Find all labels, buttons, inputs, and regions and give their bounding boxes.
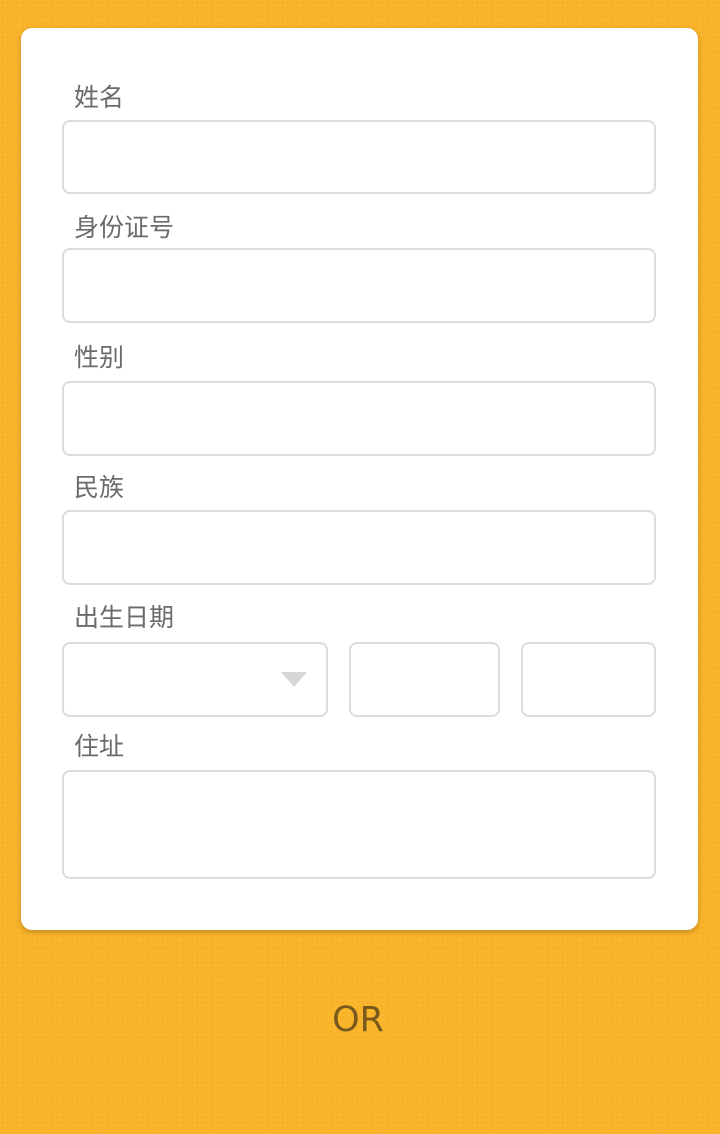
birth-month-input[interactable] bbox=[349, 642, 500, 717]
id-number-label: 身份证号 bbox=[74, 213, 175, 242]
gender-label: 性别 bbox=[74, 343, 125, 372]
ethnicity-label: 民族 bbox=[74, 473, 125, 502]
birth-date-label: 出生日期 bbox=[74, 603, 175, 632]
address-label: 住址 bbox=[74, 732, 125, 761]
birth-day-input[interactable] bbox=[521, 642, 656, 717]
birth-year-select[interactable] bbox=[62, 642, 328, 717]
chevron-down-icon bbox=[281, 672, 307, 687]
name-label: 姓名 bbox=[74, 83, 125, 112]
name-input[interactable] bbox=[62, 120, 656, 194]
gender-input[interactable] bbox=[62, 381, 656, 456]
id-form-card: 姓名 身份证号 性别 民族 出生日期 住址 bbox=[21, 28, 698, 930]
id-number-input[interactable] bbox=[62, 248, 656, 323]
or-divider: OR bbox=[332, 1000, 384, 1040]
ethnicity-input[interactable] bbox=[62, 510, 656, 585]
address-input[interactable] bbox=[62, 770, 656, 879]
